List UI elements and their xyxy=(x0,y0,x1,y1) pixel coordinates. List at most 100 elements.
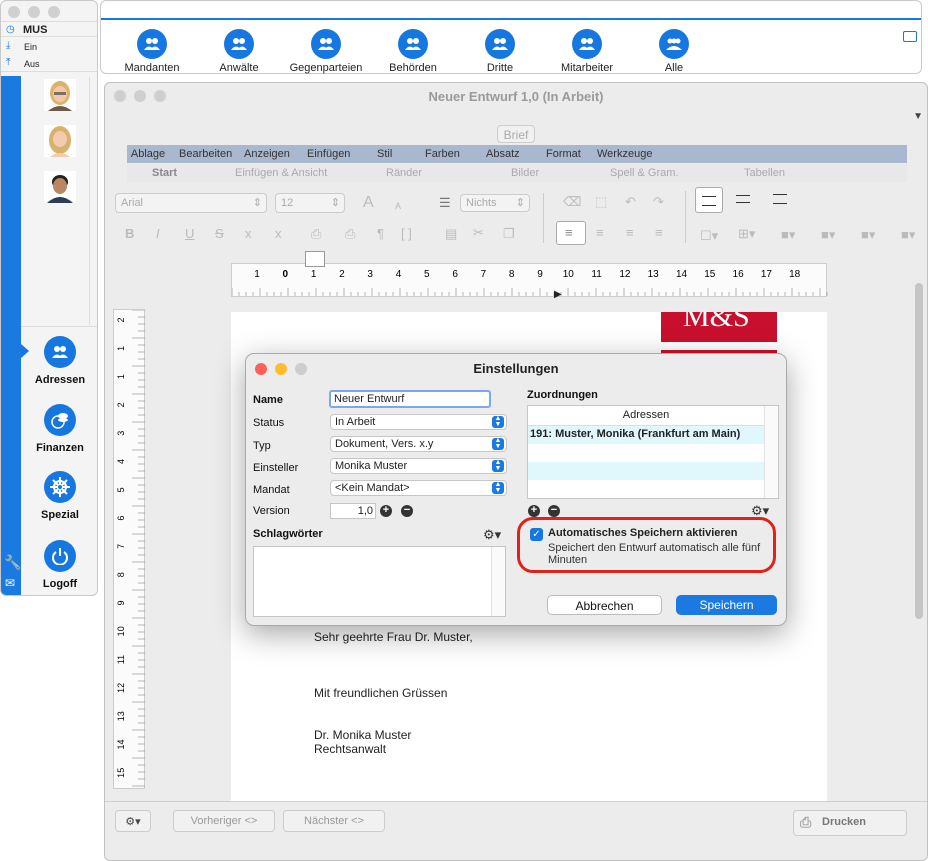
tab-spell-gram[interactable]: Spell & Gram. xyxy=(610,167,678,179)
close-control[interactable] xyxy=(8,6,20,18)
font-size-select[interactable]: 12 ⇕ xyxy=(275,193,345,213)
color-swatch-icon[interactable]: ■▾ xyxy=(821,227,835,243)
strikethrough-icon[interactable]: S xyxy=(215,226,224,241)
check-in-row[interactable]: ⤓ Ein xyxy=(1,39,97,55)
minimize-control[interactable] xyxy=(28,6,40,18)
subscript-icon[interactable]: x xyxy=(245,226,252,241)
minus-icon[interactable]: − xyxy=(401,505,413,517)
user-row[interactable]: ◷ MUS xyxy=(1,21,97,37)
zoom-control[interactable] xyxy=(48,6,60,18)
avatar[interactable] xyxy=(44,79,76,111)
minus-icon[interactable]: − xyxy=(548,505,560,517)
brackets-icon[interactable]: [ ] xyxy=(401,226,412,241)
menu-farben[interactable]: Farben xyxy=(425,148,460,160)
brief-tab[interactable]: Brief xyxy=(497,125,535,143)
undo-icon[interactable]: ↶ xyxy=(625,194,636,210)
color-swatch-icon[interactable]: ■▾ xyxy=(901,227,915,243)
status-select[interactable]: In Arbeit ▲ ▼ xyxy=(330,414,507,430)
decrease-font-icon[interactable]: A xyxy=(395,201,401,211)
list-style-select[interactable]: Nichts ⇕ xyxy=(460,194,530,212)
underline-icon[interactable]: U xyxy=(185,226,194,241)
justify-icon[interactable]: ≡ xyxy=(655,225,663,240)
border-box-icon[interactable]: ☐▾ xyxy=(700,228,718,244)
tab-start[interactable]: Start xyxy=(152,167,177,179)
tab-tabellen[interactable]: Tabellen xyxy=(744,167,785,179)
line-spacing-1-5-button[interactable] xyxy=(736,195,750,203)
nav-logoff[interactable]: Logoff xyxy=(21,540,97,590)
pilcrow-icon[interactable]: ¶ xyxy=(377,226,384,241)
previous-button[interactable]: Vorheriger <> xyxy=(173,810,275,832)
type-select[interactable]: Dokument, Vers. x.y ▲ ▼ xyxy=(330,436,507,452)
color-swatch-icon[interactable]: ■▾ xyxy=(861,227,875,243)
toolbar-mandanten[interactable]: Mandanten xyxy=(107,29,197,74)
creator-select[interactable]: Monika Muster ▲ ▼ xyxy=(330,458,507,474)
paste-icon[interactable]: ▤ xyxy=(445,226,457,242)
menu-format[interactable]: Format xyxy=(546,148,581,160)
italic-icon[interactable]: I xyxy=(156,226,160,241)
avatar[interactable] xyxy=(44,171,76,203)
menu-anzeigen[interactable]: Anzeigen xyxy=(244,148,290,160)
table-row[interactable] xyxy=(528,462,764,480)
plus-icon[interactable]: + xyxy=(528,505,540,517)
assignments-scrollbar[interactable] xyxy=(764,406,778,498)
keywords-textarea[interactable] xyxy=(253,546,506,617)
version-input[interactable]: 1,0 xyxy=(330,503,376,519)
table-icon[interactable]: ⊞▾ xyxy=(738,226,755,242)
mandate-select[interactable]: <Kein Mandat> ▲ ▼ xyxy=(330,480,507,496)
ruler-tab-marker[interactable] xyxy=(305,251,325,267)
tab-bilder[interactable]: Bilder xyxy=(511,167,539,179)
gear-menu-button[interactable]: ⚙▾ xyxy=(115,810,151,832)
toolbar-anwaelte[interactable]: Anwälte xyxy=(194,29,284,74)
name-input[interactable]: Neuer Entwurf xyxy=(329,390,491,408)
keywords-scrollbar[interactable] xyxy=(491,547,505,616)
font-select[interactable]: Arial ⇕ xyxy=(115,193,267,213)
toolbar-alle[interactable]: Alle xyxy=(629,29,719,74)
line-spacing-single-button[interactable] xyxy=(695,187,723,213)
assignments-column-header[interactable]: Adressen xyxy=(528,406,764,426)
plus-icon[interactable]: + xyxy=(380,505,392,517)
table-row[interactable]: 191: Muster, Monika (Frankfurt am Main) xyxy=(528,426,764,444)
superscript-icon[interactable]: x xyxy=(275,226,282,241)
redo-icon[interactable]: ↷ xyxy=(653,194,664,210)
menu-werkzeuge[interactable]: Werkzeuge xyxy=(597,148,652,160)
tab-raender[interactable]: Ränder xyxy=(386,167,422,179)
select-icon[interactable]: ⬚ xyxy=(595,194,607,210)
print-icon[interactable]: ⎙ xyxy=(345,226,355,242)
tab-stop-marker[interactable]: ▶ xyxy=(554,289,562,300)
vertical-scrollbar[interactable] xyxy=(915,283,923,619)
eraser-icon[interactable]: ⌫ xyxy=(563,194,581,210)
gear-icon[interactable]: ⚙▾ xyxy=(483,527,501,543)
next-button[interactable]: Nächster <> xyxy=(283,810,385,832)
vertical-ruler[interactable]: 2 1 1 2 3 4 5 6 7 8 9 10 11 12 13 14 15 xyxy=(113,309,145,789)
mail-icon[interactable]: ✉ xyxy=(5,576,15,590)
align-center-icon[interactable]: ≡ xyxy=(596,225,604,240)
avatar[interactable] xyxy=(44,125,76,157)
toolbar-dritte[interactable]: Dritte xyxy=(455,29,545,74)
align-right-icon[interactable]: ≡ xyxy=(626,225,634,240)
horizontal-ruler[interactable]: 1 0 1 2 3 4 5 6 7 8 9 10 11 12 13 14 15 16 17 18 xyxy=(231,263,828,297)
wrench-icon[interactable]: 🔧 xyxy=(4,554,21,571)
menu-bearbeiten[interactable]: Bearbeiten xyxy=(179,148,232,160)
tab-einfuegen-ansicht[interactable]: Einfügen & Ansicht xyxy=(235,167,327,179)
nav-spezial[interactable]: Spezial xyxy=(21,471,97,521)
table-row[interactable] xyxy=(528,444,764,462)
nav-adressen[interactable]: Adressen xyxy=(21,336,97,386)
cancel-button[interactable]: Abbrechen xyxy=(547,595,662,615)
color-swatch-icon[interactable]: ■▾ xyxy=(781,227,795,243)
line-spacing-double-button[interactable] xyxy=(773,194,787,204)
check-out-row[interactable]: ⤒ Aus xyxy=(1,56,97,72)
menu-einfuegen[interactable]: Einfügen xyxy=(307,148,350,160)
autosave-checkbox[interactable]: ✓ xyxy=(530,528,543,541)
menu-ablage[interactable]: Ablage xyxy=(127,148,169,160)
menu-absatz[interactable]: Absatz xyxy=(486,148,520,160)
copy-icon[interactable]: ❐ xyxy=(503,226,515,242)
bold-icon[interactable]: B xyxy=(125,226,134,241)
increase-font-icon[interactable]: A xyxy=(363,194,374,212)
list-icon[interactable]: ☰ xyxy=(439,195,451,211)
cut-icon[interactable]: ✂ xyxy=(473,225,484,241)
toolbar-gegenparteien[interactable]: Gegenparteien xyxy=(281,29,371,74)
print-preview-icon[interactable]: ⎙ xyxy=(311,226,321,242)
assignments-table[interactable]: Adressen 191: Muster, Monika (Frankfurt … xyxy=(527,405,779,499)
window-toggle-icon[interactable] xyxy=(903,31,917,42)
dropdown-triangle-icon[interactable]: ▼ xyxy=(913,111,923,122)
